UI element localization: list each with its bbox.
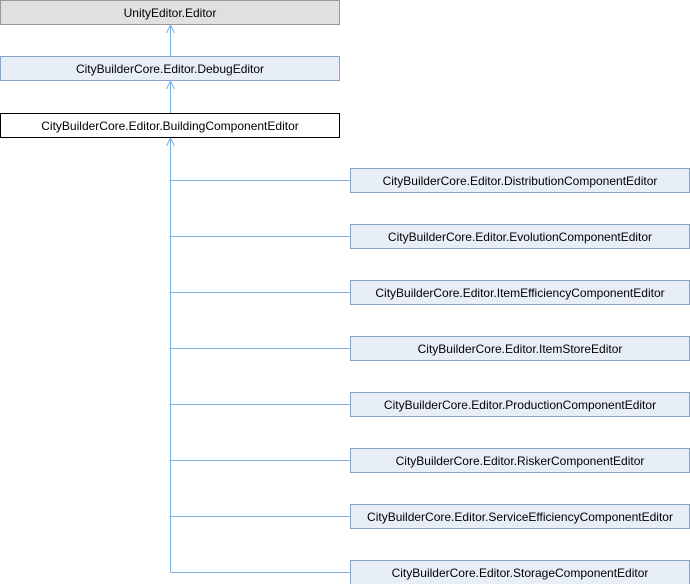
node-production-component-editor-label: CityBuilderCore.Editor.ProductionCompone… xyxy=(384,398,656,412)
node-item-store-editor[interactable]: CityBuilderCore.Editor.ItemStoreEditor xyxy=(350,336,690,361)
node-building-component-editor-label: CityBuilderCore.Editor.BuildingComponent… xyxy=(41,119,298,133)
node-risker-component-editor[interactable]: CityBuilderCore.Editor.RiskerComponentEd… xyxy=(350,448,690,473)
node-storage-component-editor[interactable]: CityBuilderCore.Editor.StorageComponentE… xyxy=(350,560,690,584)
node-item-efficiency-component-editor[interactable]: CityBuilderCore.Editor.ItemEfficiencyCom… xyxy=(350,280,690,305)
node-storage-component-editor-label: CityBuilderCore.Editor.StorageComponentE… xyxy=(392,566,649,580)
node-building-component-editor[interactable]: CityBuilderCore.Editor.BuildingComponent… xyxy=(0,113,340,138)
node-service-efficiency-component-editor[interactable]: CityBuilderCore.Editor.ServiceEfficiency… xyxy=(350,504,690,529)
node-unity-editor[interactable]: UnityEditor.Editor xyxy=(0,0,340,25)
node-item-store-editor-label: CityBuilderCore.Editor.ItemStoreEditor xyxy=(418,342,623,356)
node-evolution-component-editor[interactable]: CityBuilderCore.Editor.EvolutionComponen… xyxy=(350,224,690,249)
node-production-component-editor[interactable]: CityBuilderCore.Editor.ProductionCompone… xyxy=(350,392,690,417)
node-distribution-component-editor-label: CityBuilderCore.Editor.DistributionCompo… xyxy=(383,174,658,188)
node-debug-editor[interactable]: CityBuilderCore.Editor.DebugEditor xyxy=(0,56,340,81)
node-service-efficiency-component-editor-label: CityBuilderCore.Editor.ServiceEfficiency… xyxy=(367,510,673,524)
node-evolution-component-editor-label: CityBuilderCore.Editor.EvolutionComponen… xyxy=(388,230,652,244)
node-debug-editor-label: CityBuilderCore.Editor.DebugEditor xyxy=(76,62,264,76)
inheritance-edges xyxy=(171,25,351,573)
derived-class-nodes: CityBuilderCore.Editor.DistributionCompo… xyxy=(350,168,690,584)
inheritance-diagram: UnityEditor.Editor CityBuilderCore.Edito… xyxy=(0,0,690,584)
node-item-efficiency-component-editor-label: CityBuilderCore.Editor.ItemEfficiencyCom… xyxy=(375,286,664,300)
node-risker-component-editor-label: CityBuilderCore.Editor.RiskerComponentEd… xyxy=(396,454,645,468)
edge-child-branches xyxy=(170,180,351,573)
node-distribution-component-editor[interactable]: CityBuilderCore.Editor.DistributionCompo… xyxy=(350,168,690,193)
node-unity-editor-label: UnityEditor.Editor xyxy=(124,6,217,20)
